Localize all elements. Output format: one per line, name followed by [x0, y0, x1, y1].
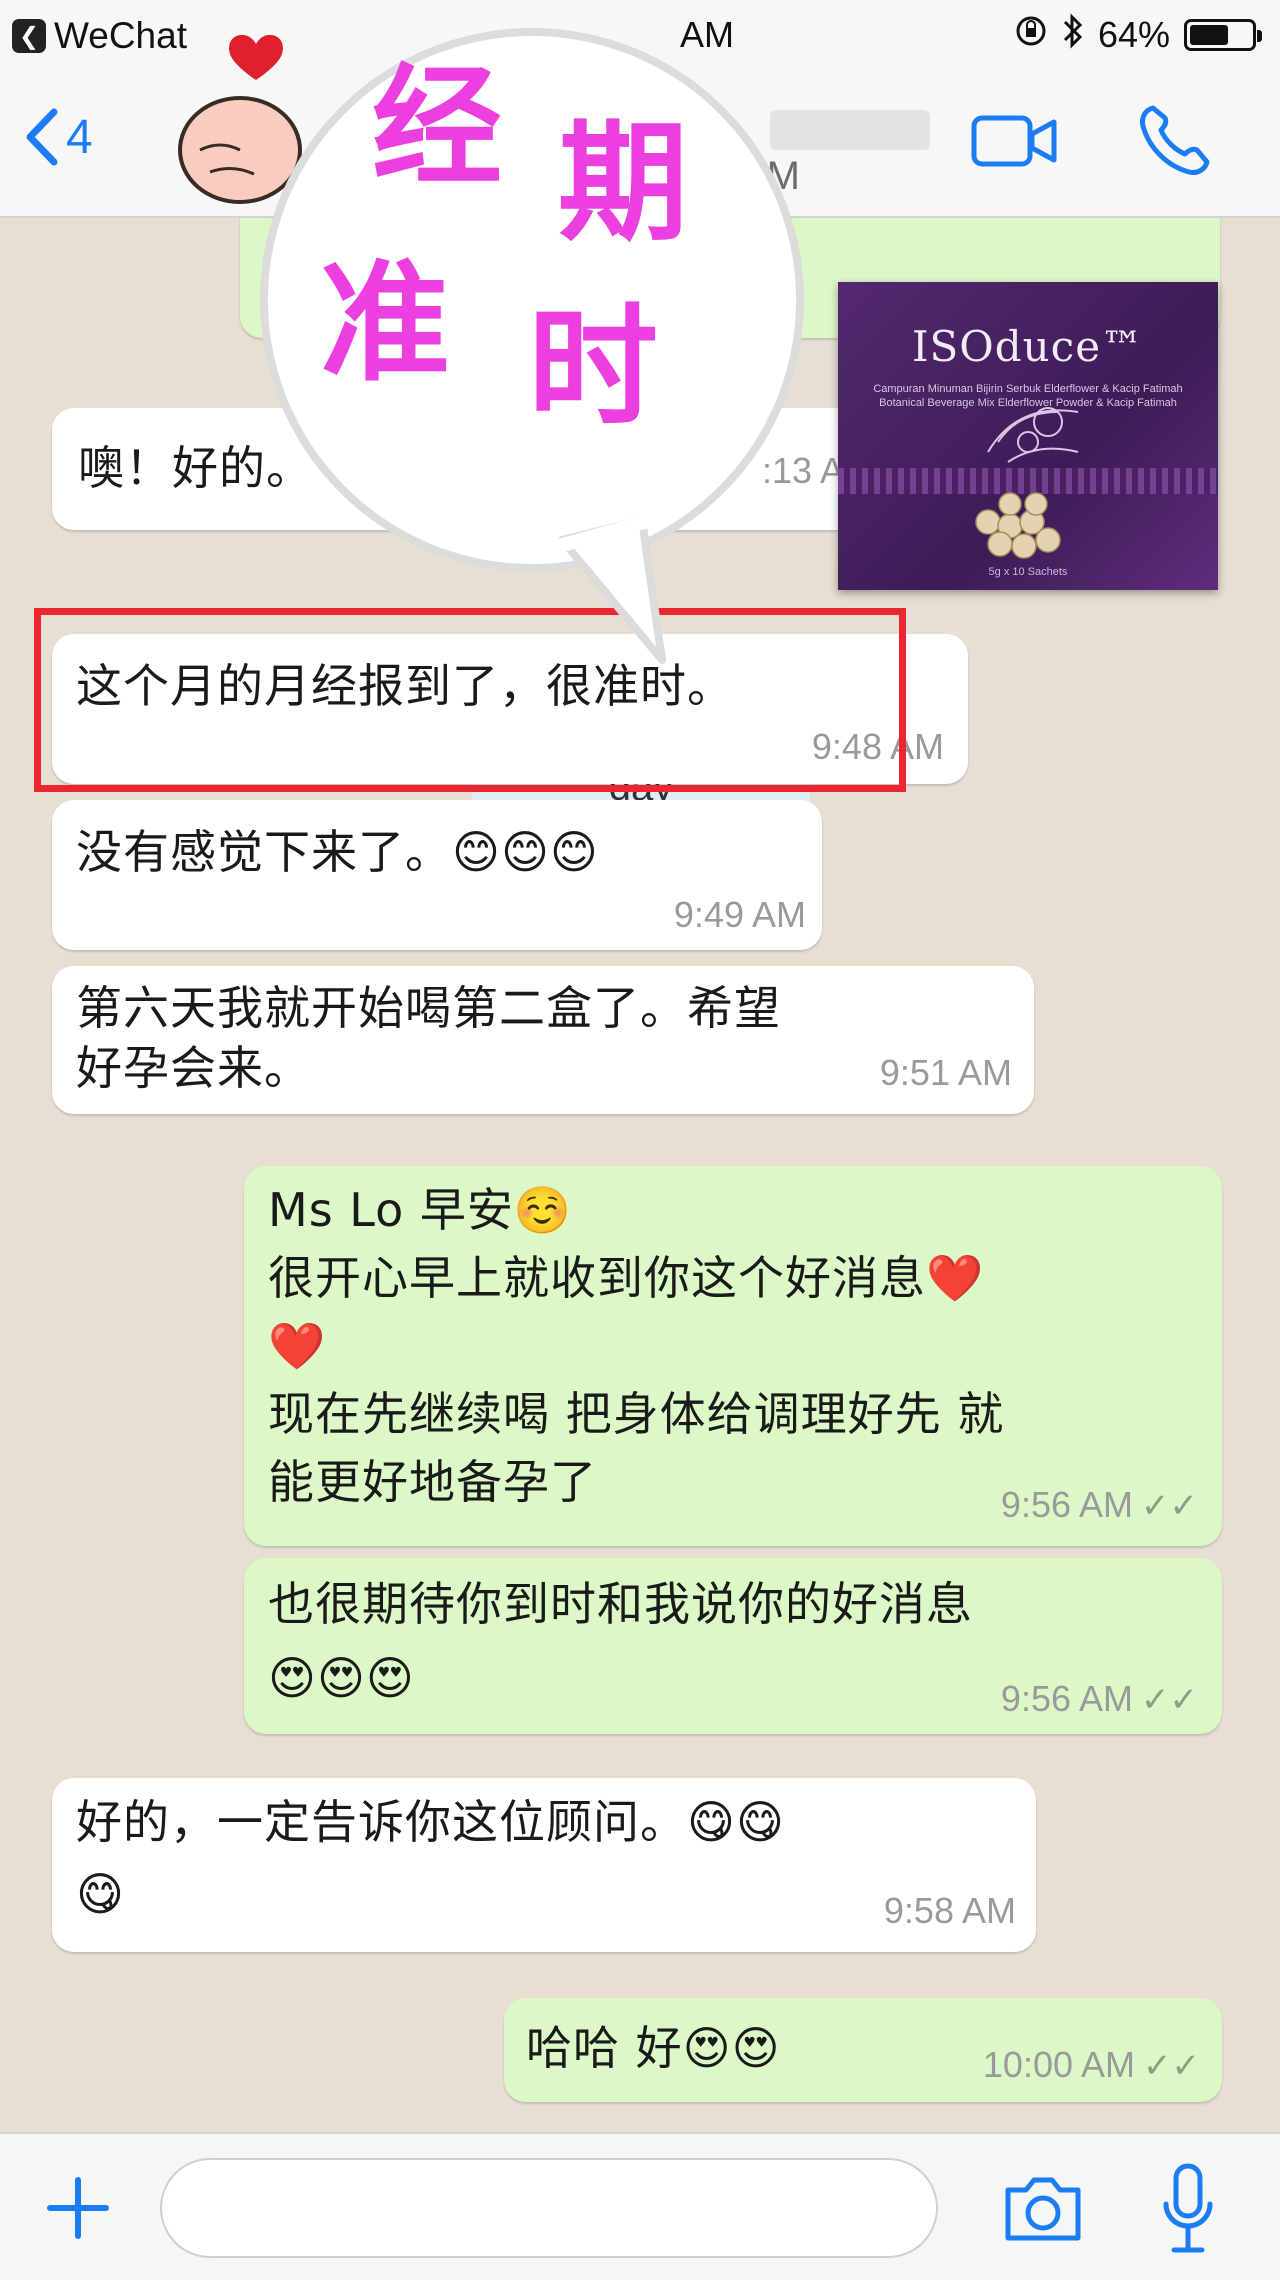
- message-time-text: 10:00 AM: [982, 2044, 1136, 2085]
- message-bubble-outgoing[interactable]: 也很期待你到时和我说你的好消息 😍😍😍 9:56 AM ✓✓: [244, 1558, 1222, 1734]
- status-icons: 64%: [1014, 12, 1262, 58]
- message-time: 9:56 AM ✓✓: [1001, 1678, 1198, 1720]
- orientation-lock-icon: [1014, 14, 1048, 57]
- message-text: 没有感觉下来了。😊😊😊: [76, 825, 599, 879]
- read-receipt-icon: ✓✓: [1141, 1487, 1198, 1525]
- message-time: 9:51 AM: [879, 1052, 1012, 1093]
- read-receipt-icon: ✓✓: [1141, 1681, 1198, 1719]
- message-time: 9:58 AM: [883, 1890, 1016, 1931]
- product-box-image: ISOduce™ Campuran Minuman Bijirin Serbuk…: [838, 282, 1218, 590]
- stamp-char-4: 时: [528, 291, 659, 443]
- message-text: 哈哈 好😍😍: [526, 2021, 781, 2075]
- message-text-line-2: 好孕会来。: [76, 1041, 311, 1095]
- message-text-line-3: ❤️: [268, 1319, 327, 1373]
- back-to-app[interactable]: ❮ WeChat: [12, 15, 187, 56]
- message-text-line-2: 😍😍😍: [268, 1651, 415, 1705]
- message-bubble-outgoing[interactable]: Ms Lo 早安☺️ 很开心早上就收到你这个好消息❤️ ❤️ 现在先继续喝 把身…: [244, 1166, 1222, 1546]
- message-time: 9:56 AM ✓✓: [1001, 1484, 1198, 1526]
- message-time-text: 9:56 AM: [1000, 1678, 1134, 1719]
- input-bar: [0, 2132, 1280, 2280]
- beans-illustration: [975, 492, 1061, 559]
- message-text-line-1: 好的，一定告诉你这位顾问。😋😋: [76, 1795, 785, 1849]
- message-text-line-1: Ms Lo 早安☺️: [268, 1183, 573, 1237]
- message-text-line-2: 很开心早上就收到你这个好消息❤️: [268, 1251, 985, 1305]
- message-bubble-outgoing[interactable]: 哈哈 好😍😍 10:00 AM ✓✓: [504, 1998, 1222, 2102]
- microphone-icon[interactable]: [1158, 2160, 1218, 2256]
- back-count: 4: [66, 110, 93, 164]
- bluetooth-icon: [1062, 12, 1084, 58]
- back-app-icon: ❮: [12, 19, 46, 53]
- camera-icon[interactable]: [1000, 2170, 1086, 2246]
- back-button[interactable]: 4: [22, 106, 93, 168]
- message-text-line-4: 现在先继续喝 把身体给调理好先 就: [268, 1387, 1005, 1441]
- message-text-line-1: 第六天我就开始喝第二盒了。希望: [76, 981, 781, 1035]
- plus-icon[interactable]: [42, 2172, 114, 2244]
- product-brand: ISOduce™: [911, 322, 1145, 371]
- read-receipt-icon: ✓✓: [1143, 2047, 1200, 2085]
- stamp-char-1: 经: [372, 51, 503, 203]
- battery-percent: 64%: [1097, 14, 1170, 55]
- message-time: 9:49 AM: [673, 894, 806, 935]
- message-input[interactable]: [160, 2158, 938, 2258]
- message-text-line-2: 😋: [76, 1867, 125, 1921]
- product-net-weight: 5g x 10 Sachets: [988, 566, 1068, 578]
- speech-bubble-sticker: [260, 28, 804, 664]
- message-text-line-5: 能更好地备孕了: [268, 1455, 597, 1509]
- message-bubble-incoming[interactable]: 第六天我就开始喝第二盒了。希望 好孕会来。 9:51 AM: [52, 966, 1034, 1114]
- stamp-char-2: 期: [558, 107, 689, 259]
- video-call-icon[interactable]: [970, 108, 1060, 174]
- battery-icon: [1184, 19, 1262, 51]
- phone-call-icon[interactable]: [1135, 100, 1215, 180]
- battery-level: [1190, 25, 1229, 45]
- message-time: 10:00 AM ✓✓: [983, 2044, 1200, 2086]
- message-text-line-1: 也很期待你到时和我说你的好消息: [268, 1577, 973, 1631]
- back-chevron-icon: [26, 108, 58, 166]
- stamp-char-3: 准: [320, 247, 451, 399]
- message-time-text: 9:56 AM: [1000, 1484, 1134, 1525]
- back-app-name: WeChat: [54, 15, 187, 56]
- message-bubble-incoming[interactable]: 好的，一定告诉你这位顾问。😋😋 😋 9:58 AM: [52, 1778, 1036, 1952]
- message-bubble-incoming[interactable]: 没有感觉下来了。😊😊😊 9:49 AM: [52, 800, 822, 950]
